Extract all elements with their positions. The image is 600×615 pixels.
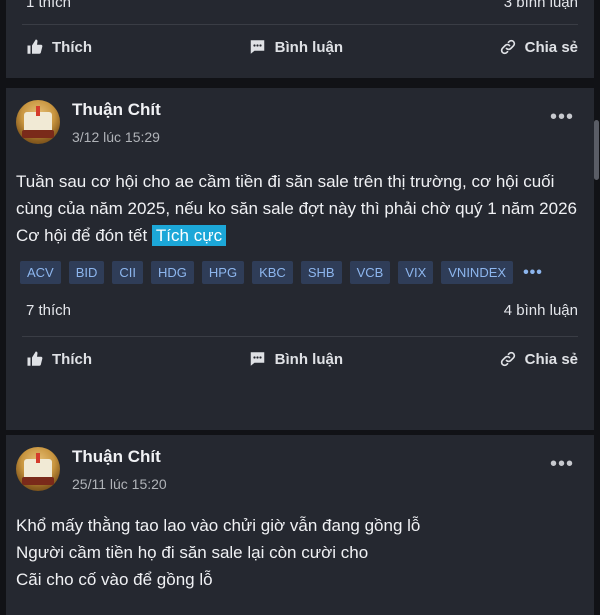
post-content: Tuần sau cơ hội cho ae cầm tiền đi săn s… <box>6 168 594 249</box>
thumbs-up-icon <box>26 38 44 56</box>
post-card: Thuận Chít 25/11 lúc 15:20 ••• Khổ mấy t… <box>6 435 594 615</box>
author-name[interactable]: Thuận Chít <box>72 447 161 467</box>
comment-count[interactable]: 3 bình luận <box>504 0 578 11</box>
more-options-icon[interactable]: ••• <box>550 107 574 127</box>
avatar[interactable] <box>16 447 60 491</box>
post-stats: 7 thích 4 bình luận <box>6 284 594 336</box>
thumbs-up-icon <box>26 350 44 368</box>
post-text-line: Khổ mấy thằng tao lao vào chửi giờ vẫn đ… <box>16 516 421 535</box>
like-count[interactable]: 7 thích <box>26 302 71 319</box>
comment-label: Bình luận <box>274 38 343 56</box>
stock-tag[interactable]: KBC <box>252 261 293 284</box>
author-name[interactable]: Thuận Chít <box>72 100 161 120</box>
avatar-base <box>22 477 54 485</box>
stock-tag[interactable]: VCB <box>349 261 391 284</box>
like-label: Thích <box>52 38 92 56</box>
like-button[interactable]: Thích <box>26 38 92 56</box>
comment-button[interactable]: Bình luận <box>248 38 343 56</box>
more-options-icon[interactable]: ••• <box>550 454 574 474</box>
stock-tag[interactable]: VIX <box>398 261 434 284</box>
comment-icon <box>248 38 267 56</box>
share-button[interactable]: Chia sẻ <box>499 350 578 368</box>
post-card-previous: 1 thích 3 bình luận Thích Bình luận Chia… <box>6 0 594 78</box>
share-label: Chia sẻ <box>524 350 578 368</box>
stock-tag[interactable]: ACV <box>20 261 61 284</box>
post-header: Thuận Chít 25/11 lúc 15:20 ••• <box>6 435 594 495</box>
like-button[interactable]: Thích <box>26 350 92 368</box>
post-actions: Thích Bình luận Chia sẻ <box>6 25 594 69</box>
stock-tag[interactable]: CII <box>112 261 144 284</box>
share-button[interactable]: Chia sẻ <box>499 38 578 56</box>
comment-button[interactable]: Bình luận <box>248 350 343 368</box>
scrollbar[interactable] <box>594 120 599 180</box>
post-text-part: Cơ hội để đón tết <box>16 226 148 245</box>
stock-tag[interactable]: HPG <box>201 261 245 284</box>
avatar-base <box>22 130 54 138</box>
stock-tag[interactable]: HDG <box>151 261 194 284</box>
post-text-line: Người cầm tiền họ đi săn sale lại còn cư… <box>16 543 369 562</box>
stock-tag[interactable]: SHB <box>300 261 342 284</box>
post-card: Thuận Chít 3/12 lúc 15:29 ••• Tuần sau c… <box>6 88 594 430</box>
comment-icon <box>248 350 267 368</box>
like-count[interactable]: 1 thích <box>26 0 71 11</box>
post-content: Khổ mấy thằng tao lao vào chửi giờ vẫn đ… <box>6 512 594 593</box>
post-stats: 1 thích 3 bình luận <box>6 0 594 24</box>
post-text: Tuần sau cơ hội cho ae cầm tiền đi săn s… <box>16 172 577 218</box>
post-text-line: Cơ hội để đón tết Tích cực <box>16 222 580 249</box>
stock-tag[interactable]: VNINDEX <box>441 261 514 284</box>
post-timestamp[interactable]: 25/11 lúc 15:20 <box>72 476 167 492</box>
comment-label: Bình luận <box>274 350 343 368</box>
link-icon <box>499 350 517 368</box>
stock-tag[interactable]: BID <box>68 261 105 284</box>
share-label: Chia sẻ <box>524 38 578 56</box>
post-text-line: Cãi cho cố vào để gồng lỗ <box>16 570 213 589</box>
more-tags-icon[interactable]: ••• <box>523 264 543 282</box>
comment-count[interactable]: 4 bình luận <box>504 302 578 319</box>
post-actions: Thích Bình luận Chia sẻ <box>6 337 594 381</box>
sentiment-badge: Tích cực <box>151 225 227 246</box>
avatar-flag <box>36 106 40 116</box>
stock-tags: ACV BID CII HDG HPG KBC SHB VCB VIX VNIN… <box>6 261 594 284</box>
post-header: Thuận Chít 3/12 lúc 15:29 ••• <box>6 88 594 148</box>
avatar-flag <box>36 453 40 463</box>
post-timestamp[interactable]: 3/12 lúc 15:29 <box>72 129 160 145</box>
avatar[interactable] <box>16 100 60 144</box>
link-icon <box>499 38 517 56</box>
like-label: Thích <box>52 350 92 368</box>
